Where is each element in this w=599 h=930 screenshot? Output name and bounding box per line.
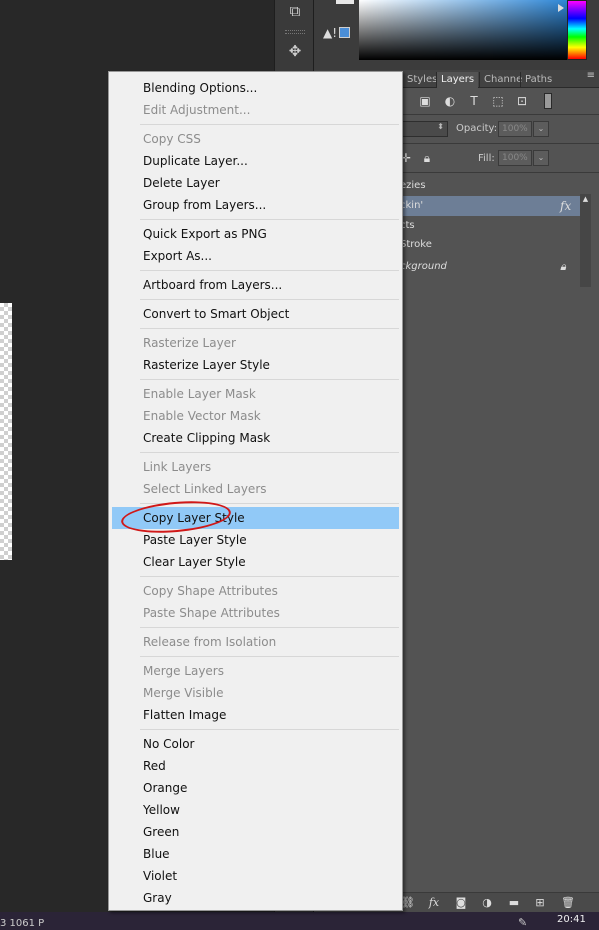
menu-item-rasterize-layer-style[interactable]: Rasterize Layer Style [112, 354, 399, 376]
menu-item-enable-layer-mask: Enable Layer Mask [143, 387, 256, 401]
menu-item-quick-export[interactable]: Quick Export as PNG [112, 223, 399, 245]
scroll-up-icon[interactable]: ▲ [580, 194, 591, 204]
trash-icon[interactable]: 🗑︎ [560, 895, 576, 911]
menu-item-edit-adjustment: Edit Adjustment... [143, 103, 251, 117]
layers-scrollbar[interactable]: ▲ [580, 194, 591, 287]
menu-item-color-yellow[interactable]: Yellow [112, 799, 399, 821]
mask-icon[interactable]: ◙ [453, 895, 469, 911]
web-safe-swatch[interactable] [339, 27, 350, 38]
menu-item-create-clipping-mask[interactable]: Create Clipping Mask [112, 427, 399, 449]
menu-item-copy-css: Copy CSS [143, 132, 201, 146]
menu-separator [140, 729, 399, 730]
menu-item-color-red[interactable]: Red [112, 755, 399, 777]
smart-object-filter-icon[interactable]: ⊡ [514, 94, 530, 108]
puppet-warp-icon[interactable]: ✥ [283, 40, 307, 62]
group-icon[interactable]: ▬ [506, 895, 522, 911]
menu-item-copy-shape-attributes: Copy Shape Attributes [143, 584, 278, 598]
fill-field[interactable]: 100% [498, 150, 532, 166]
opacity-label: Opacity: [456, 123, 498, 134]
panel-menu-icon[interactable]: ≡ [587, 70, 595, 81]
menu-item-color-gray[interactable]: Gray [112, 887, 399, 909]
opacity-dropdown[interactable]: ⌄ [533, 121, 549, 137]
foreground-swatch[interactable] [336, 0, 354, 4]
menu-separator [140, 627, 399, 628]
hue-slider-arrow-icon[interactable] [558, 4, 564, 12]
tab-layers[interactable]: Layers [436, 72, 479, 88]
layer-name: ezies [400, 180, 426, 191]
artboard-tool-icon[interactable]: ⧉ [283, 0, 307, 22]
status-text: 3 1061 P [0, 918, 45, 929]
layer-name: ckin' [400, 200, 424, 211]
menu-item-color-blue[interactable]: Blue [112, 843, 399, 865]
menu-separator [140, 124, 399, 125]
menu-separator [140, 379, 399, 380]
color-panel: ▲! [314, 0, 599, 70]
image-filter-icon[interactable]: ▣ [417, 94, 433, 108]
blend-mode-select[interactable]: ⬍ [400, 121, 448, 137]
fill-label: Fill: [478, 153, 495, 164]
fx-badge[interactable]: fx [560, 196, 571, 216]
menu-item-release-from-isolation: Release from Isolation [143, 635, 277, 649]
menu-separator [140, 452, 399, 453]
gamut-warning-icon[interactable]: ▲! [323, 26, 337, 40]
menu-separator [140, 576, 399, 577]
type-filter-icon[interactable]: T [466, 94, 482, 108]
menu-separator [140, 656, 399, 657]
panel-grip[interactable] [285, 30, 305, 34]
menu-item-flatten-image[interactable]: Flatten Image [112, 704, 399, 726]
menu-item-artboard-from-layers[interactable]: Artboard from Layers... [112, 274, 399, 296]
layer-context-menu: Blending Options... Edit Adjustment... C… [108, 71, 403, 911]
fx-icon[interactable]: fx [426, 895, 442, 911]
menu-separator [140, 270, 399, 271]
hue-slider[interactable] [567, 0, 587, 60]
menu-separator [140, 299, 399, 300]
menu-item-color-green[interactable]: Green [112, 821, 399, 843]
menu-item-convert-to-smart-object[interactable]: Convert to Smart Object [112, 303, 399, 325]
new-layer-icon[interactable]: ⊞ [532, 895, 548, 911]
adjustment-icon[interactable]: ◑ [479, 895, 495, 911]
shape-filter-icon[interactable]: ⬚ [490, 94, 506, 108]
menu-item-select-linked-layers: Select Linked Layers [143, 482, 267, 496]
menu-item-blending-options[interactable]: Blending Options... [112, 77, 399, 99]
menu-item-duplicate-layer[interactable]: Duplicate Layer... [112, 150, 399, 172]
menu-item-color-orange[interactable]: Orange [112, 777, 399, 799]
menu-item-merge-visible: Merge Visible [143, 686, 224, 700]
menu-separator [140, 219, 399, 220]
menu-item-color-violet[interactable]: Violet [112, 865, 399, 887]
pen-icon[interactable]: ✎ [518, 916, 527, 929]
menu-item-link-layers: Link Layers [143, 460, 212, 474]
transparent-canvas-edge [0, 303, 12, 560]
menu-item-rasterize-layer: Rasterize Layer [143, 336, 236, 350]
menu-item-paste-shape-attributes: Paste Shape Attributes [143, 606, 280, 620]
layer-name: ckground [400, 261, 447, 272]
filter-toggle[interactable] [544, 93, 552, 109]
clock[interactable]: 20:41 [557, 914, 586, 925]
spinner-icon: ⬍ [437, 122, 444, 131]
lock-all-icon[interactable]: 🔒︎ [419, 151, 435, 165]
menu-item-enable-vector-mask: Enable Vector Mask [143, 409, 261, 423]
menu-item-clear-layer-style[interactable]: Clear Layer Style [112, 551, 399, 573]
adjustment-filter-icon[interactable]: ◐ [442, 94, 458, 108]
opacity-field[interactable]: 100% [498, 121, 532, 137]
fill-dropdown[interactable]: ⌄ [533, 150, 549, 166]
taskbar: 3 1061 P ✎ 20:41 [0, 912, 599, 930]
menu-separator [140, 328, 399, 329]
menu-item-merge-layers: Merge Layers [143, 664, 224, 678]
menu-item-color-none[interactable]: No Color [112, 733, 399, 755]
color-picker-field[interactable] [359, 0, 567, 60]
menu-item-export-as[interactable]: Export As... [112, 245, 399, 267]
menu-item-group-from-layers[interactable]: Group from Layers... [112, 194, 399, 216]
lock-icon: 🔒︎ [560, 260, 566, 273]
menu-item-delete-layer[interactable]: Delete Layer [112, 172, 399, 194]
layer-name: Stroke [400, 239, 432, 250]
tab-paths[interactable]: Paths [520, 72, 556, 88]
